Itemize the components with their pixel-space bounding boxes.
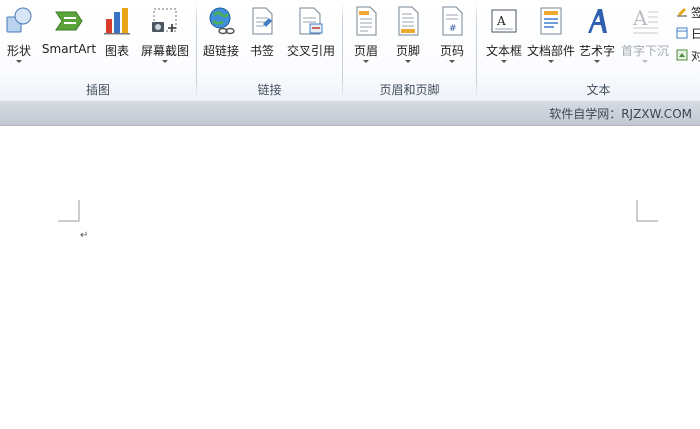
- hyperlink-button[interactable]: 超链接: [201, 2, 241, 74]
- group-header-footer: 页眉 页脚 # 页码 页眉和页脚: [343, 0, 476, 101]
- wordart-icon: [588, 9, 607, 33]
- ribbon-insert-tab: 形状 SmartArt 图表 屏幕截图 插图 超链接 书签 交叉引用 链接 页眉…: [0, 0, 700, 102]
- footer-label: 页脚: [395, 44, 420, 58]
- footer-icon: [398, 6, 419, 36]
- drop-cap-button[interactable]: A 首字下沉: [619, 2, 671, 74]
- margin-corner-top-right: [636, 200, 658, 222]
- watermark-text: 软件自学网：RJZXW.COM: [549, 107, 692, 121]
- svg-text:#: #: [449, 24, 457, 34]
- page-number-button[interactable]: # 页码: [435, 2, 469, 74]
- shapes-label: 形状: [6, 44, 31, 58]
- ribbon-bottom-bar: 软件自学网：RJZXW.COM: [0, 101, 700, 126]
- shapes-dropdown-arrow[interactable]: [16, 60, 22, 63]
- wordart-dropdown-arrow[interactable]: [594, 60, 600, 63]
- object-icon: [676, 49, 688, 61]
- margin-corner-top-left: [58, 200, 80, 222]
- bookmark-icon: [252, 7, 273, 35]
- footer-dropdown-arrow[interactable]: [405, 60, 411, 63]
- screenshot-label: 屏幕截图: [140, 44, 189, 58]
- text-box-label: 文本框: [485, 44, 522, 58]
- date-time-label: 日: [691, 27, 700, 41]
- page-number-label: 页码: [439, 44, 464, 58]
- drop-cap-icon: A: [632, 6, 658, 34]
- smartart-button[interactable]: SmartArt: [40, 2, 98, 74]
- date-time-button[interactable]: 日: [675, 25, 700, 41]
- group-links: 超链接 书签 交叉引用 链接: [197, 0, 342, 101]
- object-label: 对: [691, 49, 700, 63]
- signature-line-button[interactable]: 签: [675, 4, 700, 20]
- chart-label: 图表: [104, 44, 129, 58]
- header-label: 页眉: [353, 44, 378, 58]
- group-title-illustrations: 插图: [85, 83, 110, 97]
- hyperlink-icon: [209, 7, 235, 35]
- page-number-icon: #: [442, 6, 463, 36]
- bookmark-button[interactable]: 书签: [245, 2, 279, 74]
- cross-reference-button[interactable]: 交叉引用: [283, 2, 339, 74]
- bookmark-label: 书签: [249, 44, 274, 58]
- paragraph-mark: ↵: [80, 230, 89, 241]
- date-time-icon: [676, 27, 688, 39]
- svg-text:A: A: [632, 6, 648, 30]
- wordart-button[interactable]: 艺术字: [577, 2, 617, 74]
- screenshot-icon: [152, 8, 177, 32]
- hyperlink-label: 超链接: [202, 44, 239, 58]
- chart-button[interactable]: 图表: [100, 2, 134, 74]
- chart-icon: [104, 8, 130, 35]
- quick-parts-label: 文档部件: [527, 44, 576, 58]
- object-button[interactable]: 对: [675, 47, 700, 63]
- quick-parts-icon: [540, 7, 562, 35]
- group-title-header-footer: 页眉和页脚: [379, 83, 440, 97]
- text-box-button[interactable]: A 文本框: [481, 2, 527, 74]
- signature-line-label: 签: [691, 6, 700, 20]
- text-box-dropdown-arrow[interactable]: [501, 60, 507, 63]
- quick-parts-button[interactable]: 文档部件: [527, 2, 575, 74]
- header-button[interactable]: 页眉: [349, 2, 383, 74]
- screenshot-button[interactable]: 屏幕截图: [138, 2, 192, 74]
- header-icon: [356, 6, 377, 36]
- cross-reference-icon: [299, 7, 323, 35]
- cross-reference-label: 交叉引用: [286, 44, 335, 58]
- svg-text:A: A: [496, 14, 506, 28]
- text-box-icon: A: [491, 9, 517, 33]
- quick-parts-dropdown-arrow[interactable]: [548, 60, 554, 63]
- shapes-button[interactable]: 形状: [2, 2, 36, 74]
- signature-line-icon: [677, 8, 687, 17]
- group-title-text: 文本: [586, 83, 611, 97]
- footer-button[interactable]: 页脚: [391, 2, 425, 74]
- group-text: A 文本框 文档部件 艺术字 A 首字下沉 文本: [477, 0, 700, 101]
- document-page[interactable]: ↵: [0, 126, 700, 429]
- header-dropdown-arrow[interactable]: [363, 60, 369, 63]
- drop-cap-dropdown-arrow[interactable]: [642, 60, 648, 63]
- group-illustrations: 形状 SmartArt 图表 屏幕截图 插图: [0, 0, 196, 101]
- smartart-icon: [55, 11, 83, 31]
- wordart-label: 艺术字: [578, 44, 615, 58]
- group-title-links: 链接: [257, 83, 282, 97]
- page-number-dropdown-arrow[interactable]: [449, 60, 455, 63]
- screenshot-dropdown-arrow[interactable]: [162, 60, 168, 63]
- shapes-icon: [6, 7, 32, 33]
- smartart-label: SmartArt: [41, 42, 97, 56]
- drop-cap-label: 首字下沉: [620, 44, 669, 58]
